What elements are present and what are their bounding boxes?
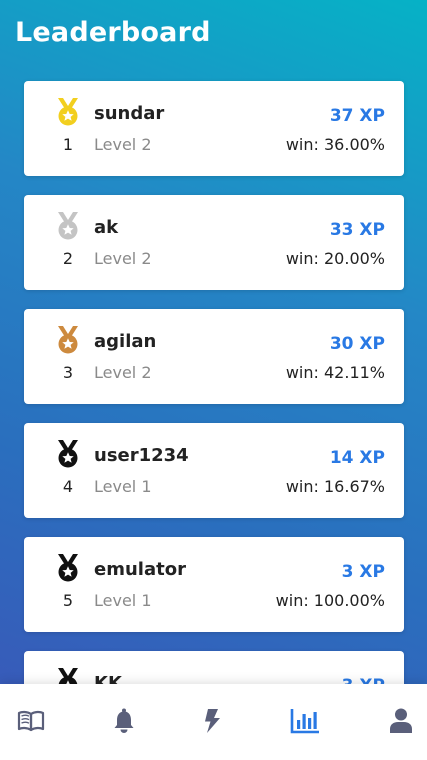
xp-value: 14 XP (329, 448, 385, 468)
bell-icon (114, 708, 134, 733)
win-rate: win: 42.11% (285, 363, 385, 382)
win-rate: win: 100.00% (275, 591, 385, 610)
bronze-medal-icon (55, 325, 81, 355)
nav-profile-button[interactable] (386, 706, 416, 736)
player-level: Level 2 (94, 249, 152, 268)
lightning-icon (205, 709, 220, 733)
player-level: Level 2 (94, 135, 152, 154)
rank-number: 3 (62, 363, 74, 382)
xp-value: 3 XP (341, 562, 385, 582)
rank-number: 2 (62, 249, 74, 268)
player-level: Level 1 (94, 477, 152, 496)
player-name: user1234 (94, 445, 189, 466)
win-rate: win: 36.00% (285, 135, 385, 154)
leaderboard-card[interactable]: agilan 3 Level 2 30 XP win: 42.11% (24, 309, 404, 404)
book-icon (17, 710, 45, 732)
leaderboard-card[interactable]: ak 2 Level 2 33 XP win: 20.00% (24, 195, 404, 290)
leaderboard-card[interactable]: emulator 5 Level 1 3 XP win: 100.00% (24, 537, 404, 632)
leaderboard-card[interactable]: user1234 4 Level 1 14 XP win: 16.67% (24, 423, 404, 518)
rank-number: 5 (62, 591, 74, 610)
player-name: emulator (94, 559, 186, 580)
leaderboard-chart-icon (290, 709, 319, 734)
page-title: Leaderboard (15, 17, 211, 48)
nav-quiz-button[interactable] (197, 706, 227, 736)
gold-medal-icon (55, 97, 81, 127)
xp-value: 30 XP (329, 334, 385, 354)
medal-icon (55, 553, 81, 583)
bottom-navigation (0, 684, 427, 760)
player-level: Level 1 (94, 591, 152, 610)
rank-number: 1 (62, 135, 74, 154)
player-name: ak (94, 217, 119, 238)
win-rate: win: 16.67% (285, 477, 385, 496)
silver-medal-icon (55, 211, 81, 241)
player-name: sundar (94, 103, 165, 124)
xp-value: 37 XP (329, 106, 385, 126)
xp-value: 33 XP (329, 220, 385, 240)
player-level: Level 2 (94, 363, 152, 382)
win-rate: win: 20.00% (285, 249, 385, 268)
rank-number: 4 (62, 477, 74, 496)
medal-icon (55, 439, 81, 469)
nav-leaderboard-button[interactable] (290, 706, 320, 736)
user-icon (390, 708, 412, 733)
player-name: agilan (94, 331, 157, 352)
nav-book-button[interactable] (16, 706, 46, 736)
leaderboard-card[interactable]: sundar 1 Level 2 37 XP win: 36.00% (24, 81, 404, 176)
nav-notifications-button[interactable] (109, 706, 139, 736)
